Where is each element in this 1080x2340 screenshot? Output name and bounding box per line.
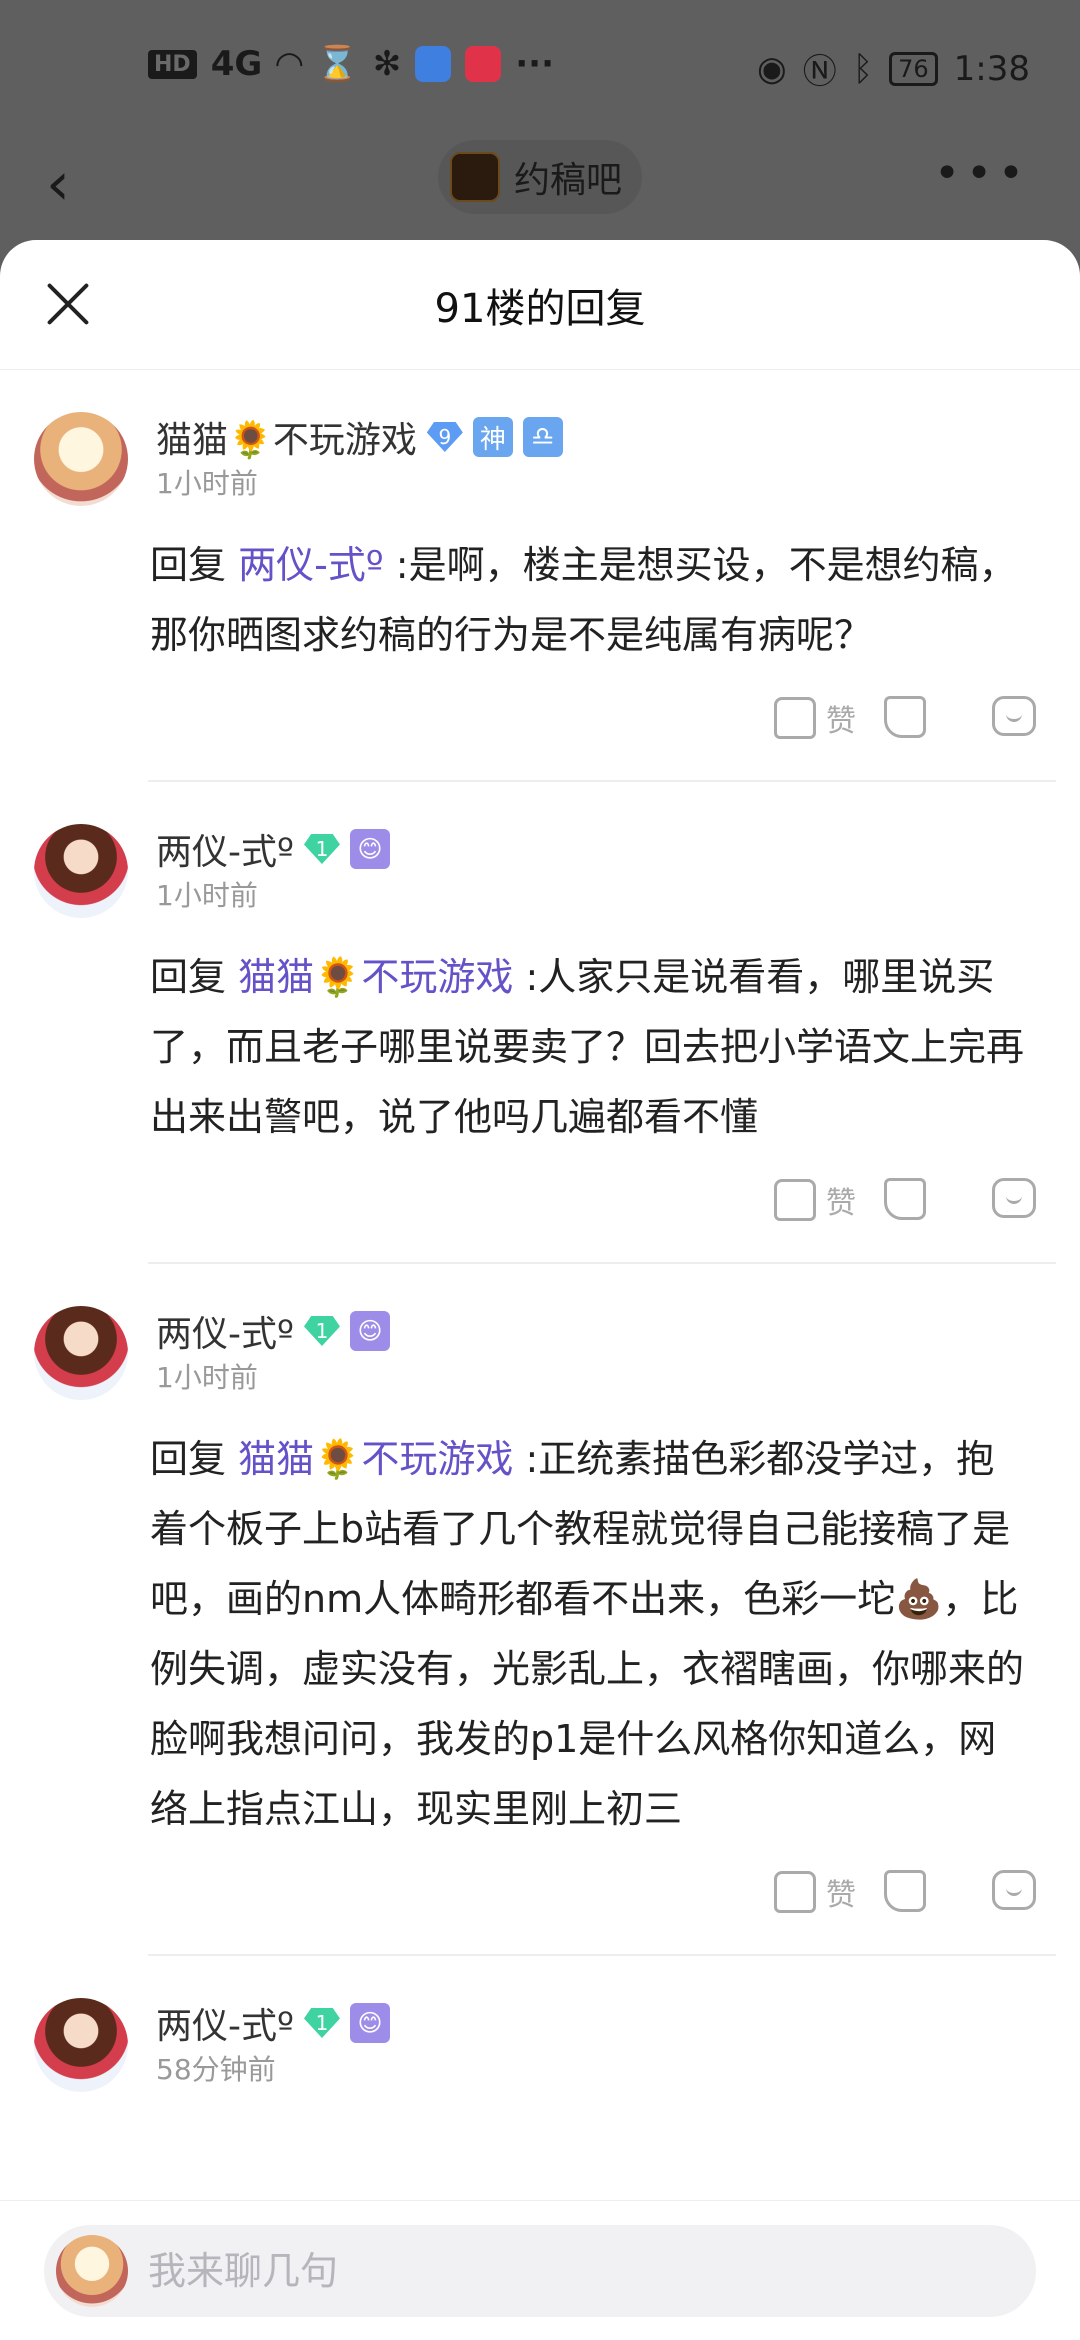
reply-prefix: 回复 bbox=[150, 955, 239, 999]
reply-button[interactable] bbox=[992, 696, 1036, 736]
avatar bbox=[56, 2235, 128, 2307]
comment-time: 1小时前 bbox=[156, 467, 258, 500]
level-badge: 1 bbox=[303, 1316, 340, 1346]
dislike-button[interactable] bbox=[884, 1870, 926, 1912]
forum-logo bbox=[450, 152, 500, 202]
comment-input-bar bbox=[0, 2200, 1080, 2340]
status-icons-right: ◉ Ⓝ ᛒ 76 1:38 bbox=[757, 44, 1030, 93]
reply-prefix: 回复 bbox=[150, 1437, 239, 1481]
nfc-icon: Ⓝ bbox=[802, 52, 837, 92]
comment-time: 1小时前 bbox=[156, 1361, 258, 1394]
comment-item: 两仪-式º 1 😊 1小时前 回复 猫猫🌻不玩游戏 :人家只是说看看，哪里说买了… bbox=[0, 782, 1080, 1262]
username[interactable]: 两仪-式º bbox=[156, 1997, 294, 2049]
comment-bubble-icon bbox=[992, 1870, 1036, 1910]
comment-actions: 赞 bbox=[150, 670, 1040, 780]
username[interactable]: 两仪-式º bbox=[156, 823, 294, 875]
dislike-button[interactable] bbox=[884, 696, 926, 738]
comment-text: 回复 猫猫🌻不玩游戏 :正统素描色彩都没学过，抱着个板子上b站看了几个教程就觉得… bbox=[150, 1424, 1032, 1844]
eye-icon: ◉ bbox=[757, 48, 787, 89]
hd-indicator: HD bbox=[148, 49, 197, 79]
comment-list: 猫猫🌻不玩游戏 9 神 ♎ 1小时前 回复 两仪-式º :是啊，楼主是想买设，不… bbox=[0, 370, 1080, 2092]
hourglass-icon: ⌛ bbox=[316, 44, 359, 84]
comment-body: :正统素描色彩都没学过，抱着个板子上b站看了几个教程就觉得自己能接稿了是吧，画的… bbox=[150, 1437, 1025, 1831]
comment-actions: 赞 bbox=[150, 1152, 1040, 1262]
libra-badge: ♎ bbox=[522, 417, 563, 457]
like-label: 赞 bbox=[826, 1186, 856, 1221]
avatar[interactable] bbox=[34, 1998, 128, 2092]
comment-actions: 赞 bbox=[150, 1844, 1040, 1954]
reply-to-link[interactable]: 猫猫🌻不玩游戏 bbox=[238, 955, 513, 999]
username[interactable]: 两仪-式º bbox=[156, 1305, 294, 1357]
member-badge: 😊 bbox=[349, 829, 390, 869]
reply-to-link[interactable]: 两仪-式º bbox=[238, 543, 384, 587]
thumbs-up-icon bbox=[774, 697, 816, 739]
avatar[interactable] bbox=[34, 1306, 128, 1400]
level-badge: 1 bbox=[303, 2008, 340, 2038]
bluetooth-icon: ᛒ bbox=[852, 48, 874, 89]
like-label: 赞 bbox=[826, 704, 856, 739]
comment-item: 猫猫🌻不玩游戏 9 神 ♎ 1小时前 回复 两仪-式º :是啊，楼主是想买设，不… bbox=[0, 370, 1080, 780]
signal-label: 4G bbox=[210, 44, 263, 84]
forum-header-button[interactable]: 约稿吧 bbox=[438, 140, 643, 214]
comment-text: 回复 两仪-式º :是啊，楼主是想买设，不是想约稿，那你晒图求约稿的行为是不是纯… bbox=[150, 530, 1032, 670]
comment-item: 两仪-式º 1 😊 58分钟前 bbox=[0, 1956, 1080, 2092]
like-button[interactable]: 赞 bbox=[774, 1178, 856, 1222]
more-dots-icon[interactable]: ••• bbox=[934, 148, 1030, 199]
book-app-notification-icon bbox=[465, 46, 502, 82]
comment-time: 58分钟前 bbox=[156, 2053, 276, 2086]
level-badge: 9 bbox=[426, 422, 463, 452]
wifi-icon: ◠ bbox=[276, 44, 303, 84]
chevron-left-icon[interactable]: ‹ bbox=[46, 154, 70, 214]
sheet-title: 91楼的回复 bbox=[434, 286, 646, 332]
top-bar: ‹ 约稿吧 ••• bbox=[0, 130, 1080, 240]
forum-name: 约稿吧 bbox=[514, 160, 623, 201]
thumbs-down-icon bbox=[884, 1178, 926, 1220]
god-badge: 神 bbox=[472, 417, 513, 457]
username[interactable]: 猫猫🌻不玩游戏 bbox=[156, 411, 417, 463]
avatar[interactable] bbox=[34, 412, 128, 506]
member-badge: 😊 bbox=[349, 1311, 390, 1351]
reply-button[interactable] bbox=[992, 1870, 1036, 1910]
reply-to-link[interactable]: 猫猫🌻不玩游戏 bbox=[238, 1437, 513, 1481]
thumbs-down-icon bbox=[884, 696, 926, 738]
avatar[interactable] bbox=[34, 824, 128, 918]
thumbs-down-icon bbox=[884, 1870, 926, 1912]
like-button[interactable]: 赞 bbox=[774, 1870, 856, 1914]
like-button[interactable]: 赞 bbox=[774, 696, 856, 740]
reply-button[interactable] bbox=[992, 1178, 1036, 1218]
level-badge: 1 bbox=[303, 834, 340, 864]
comment-input-pill[interactable] bbox=[44, 2225, 1036, 2317]
like-label: 赞 bbox=[826, 1878, 856, 1913]
comment-time: 1小时前 bbox=[156, 879, 258, 912]
member-badge: 😊 bbox=[349, 2003, 390, 2043]
more-notifications-icon: ··· bbox=[515, 44, 555, 84]
comment-input[interactable] bbox=[148, 2243, 1008, 2299]
comment-item: 两仪-式º 1 😊 1小时前 回复 猫猫🌻不玩游戏 :正统素描色彩都没学过，抱着… bbox=[0, 1264, 1080, 1954]
clock: 1:38 bbox=[953, 48, 1030, 89]
comment-bubble-icon bbox=[992, 696, 1036, 736]
dislike-button[interactable] bbox=[884, 1178, 926, 1220]
reply-sheet: 91楼的回复 猫猫🌻不玩游戏 9 神 ♎ 1小时前 回复 两仪-式º :是啊，楼… bbox=[0, 240, 1080, 2340]
thumbs-up-icon bbox=[774, 1179, 816, 1221]
status-icons-left: HD 4G ◠ ⌛ ✻ ··· bbox=[148, 44, 554, 84]
reply-prefix: 回复 bbox=[150, 543, 239, 587]
status-bar: HD 4G ◠ ⌛ ✻ ··· ◉ Ⓝ ᛒ 76 1:38 bbox=[0, 0, 1080, 130]
app-notification-icon bbox=[415, 46, 452, 82]
sheet-header: 91楼的回复 bbox=[0, 240, 1080, 370]
battery-indicator: 76 bbox=[889, 51, 938, 86]
snowflake-icon: ✻ bbox=[372, 44, 402, 84]
comment-bubble-icon bbox=[992, 1178, 1036, 1218]
thumbs-up-icon bbox=[774, 1871, 816, 1913]
comment-text: 回复 猫猫🌻不玩游戏 :人家只是说看看，哪里说买了，而且老子哪里说要卖了？回去把… bbox=[150, 942, 1032, 1152]
